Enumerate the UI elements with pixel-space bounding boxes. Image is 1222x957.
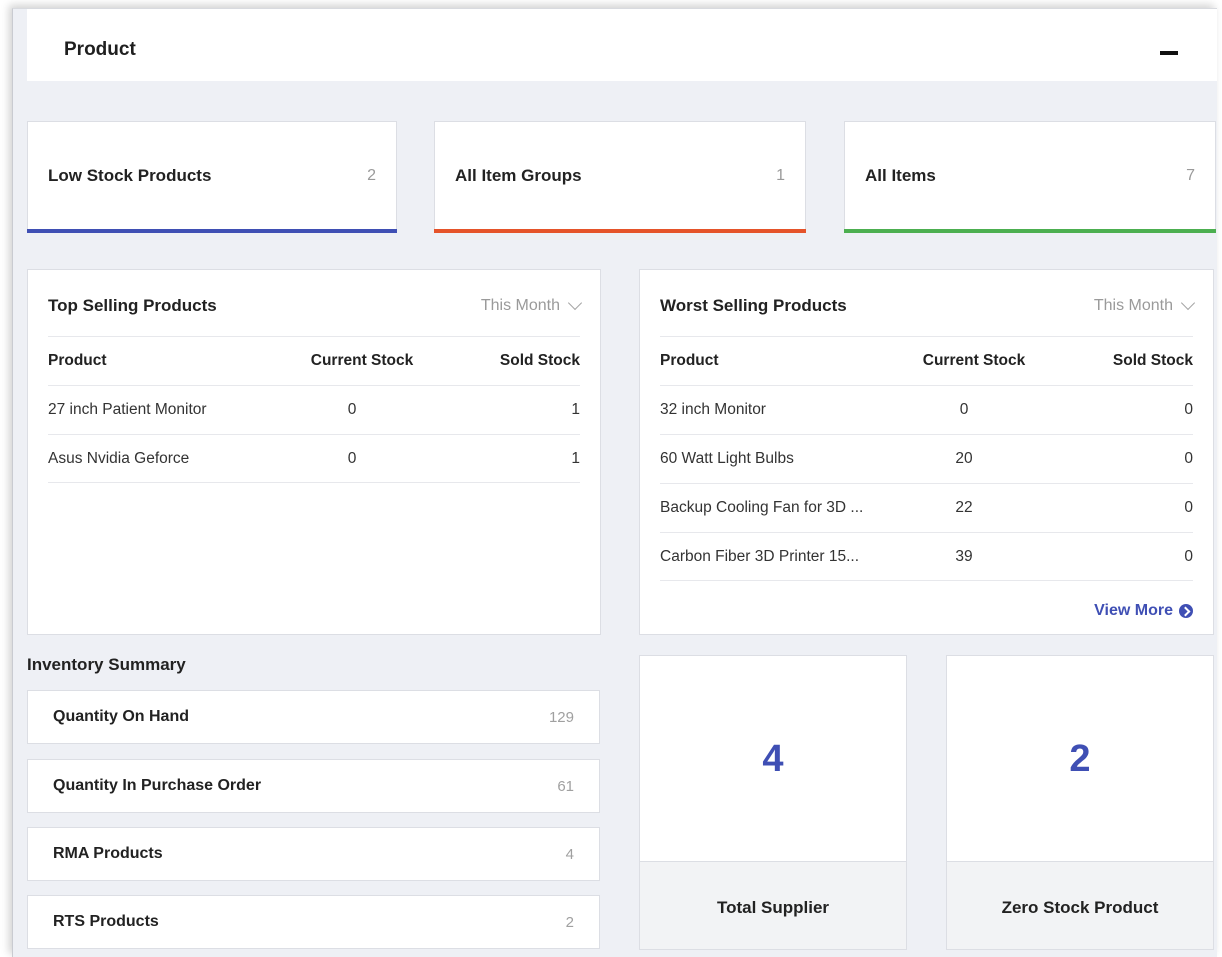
cell-sold-stock: 0	[1184, 499, 1193, 516]
inventory-label: RMA Products	[53, 845, 163, 862]
cell-current-stock: 39	[955, 547, 973, 565]
low-stock-products-card[interactable]: Low Stock Products 2	[27, 121, 397, 233]
inventory-label: Quantity In Purchase Order	[53, 777, 262, 794]
cell-product: 27 inch Patient Monitor	[48, 401, 207, 418]
cell-sold-stock: 1	[571, 449, 580, 467]
cell-current-stock: 0	[959, 401, 969, 418]
column-header-sold-stock: Sold Stock	[499, 352, 580, 369]
cell-current-stock: 0	[347, 401, 357, 418]
inventory-summary-title: Inventory Summary	[27, 655, 186, 674]
cell-sold-stock: 1	[571, 401, 580, 418]
filter-label: This Month	[1093, 297, 1173, 314]
period-filter-dropdown[interactable]: This Month	[480, 295, 583, 315]
all-item-groups-card[interactable]: All Item Groups 1	[434, 121, 806, 233]
cell-sold-stock: 0	[1184, 450, 1193, 467]
worst-selling-products-card: Worst Selling Products This Month Produc…	[639, 269, 1214, 635]
cell-product: 60 Watt Light Bulbs	[660, 450, 794, 467]
column-header-product: Product	[48, 352, 107, 369]
total-supplier-card[interactable]: 4 Total Supplier	[639, 655, 907, 950]
panel-title: Product	[64, 39, 136, 60]
card-title: Worst Selling Products	[660, 296, 847, 315]
column-header-sold-stock: Sold Stock	[1112, 352, 1193, 369]
stat-label: All Items	[865, 166, 936, 185]
inventory-label: RTS Products	[53, 913, 159, 930]
table-header-row: Product Current Stock Sold Stock	[660, 336, 1193, 385]
view-more-link[interactable]: View More	[1094, 602, 1193, 620]
stat-label: Low Stock Products	[48, 166, 212, 185]
period-filter-dropdown[interactable]: This Month	[1093, 295, 1196, 315]
chevron-down-icon	[567, 295, 583, 311]
all-items-card[interactable]: All Items 7	[844, 121, 1216, 233]
stat-accent-bar	[434, 229, 806, 233]
top-selling-table: Product Current Stock Sold Stock 27 inch…	[48, 336, 580, 483]
zero-stock-product-card[interactable]: 2 Zero Stock Product	[946, 655, 1214, 950]
cell-current-stock: 0	[347, 449, 357, 467]
filter-label: This Month	[480, 297, 560, 314]
view-more-label: View More	[1094, 602, 1173, 619]
table-row[interactable]: 27 inch Patient Monitor 0 1	[48, 385, 580, 434]
stat-accent-bar	[844, 229, 1216, 233]
stat-count: 7	[1186, 167, 1195, 184]
inventory-item-quantity-on-hand[interactable]: Quantity On Hand 129	[27, 690, 600, 744]
table-row[interactable]: Asus Nvidia Geforce 0 1	[48, 434, 580, 483]
inventory-item-rma-products[interactable]: RMA Products 4	[27, 827, 600, 881]
table-row[interactable]: Carbon Fiber 3D Printer 15... 39 0	[660, 532, 1193, 581]
cell-product: Asus Nvidia Geforce	[48, 449, 190, 467]
circle-arrow-right-icon	[1179, 604, 1193, 618]
table-row[interactable]: Backup Cooling Fan for 3D ... 22 0	[660, 483, 1193, 532]
column-header-current-stock: Current Stock	[310, 352, 414, 369]
cell-product: Backup Cooling Fan for 3D ...	[660, 499, 864, 516]
top-selling-products-card: Top Selling Products This Month Product …	[27, 269, 601, 635]
product-panel-header: Product	[27, 9, 1217, 81]
minus-icon[interactable]	[1160, 43, 1178, 61]
cell-sold-stock: 0	[1184, 401, 1193, 418]
stat-count: 1	[776, 167, 785, 184]
cell-product: 32 inch Monitor	[660, 401, 766, 418]
summary-value: 4	[762, 738, 784, 780]
summary-label: Zero Stock Product	[947, 861, 1213, 949]
cell-sold-stock: 0	[1184, 547, 1193, 565]
inventory-value: 61	[557, 778, 574, 795]
stat-label: All Item Groups	[455, 166, 582, 185]
summary-label: Total Supplier	[640, 861, 906, 949]
stat-count: 2	[367, 167, 376, 184]
table-row[interactable]: 60 Watt Light Bulbs 20 0	[660, 434, 1193, 483]
chevron-down-icon	[1180, 295, 1196, 311]
stat-accent-bar	[27, 229, 397, 233]
table-header-row: Product Current Stock Sold Stock	[48, 336, 580, 385]
worst-selling-table: Product Current Stock Sold Stock 32 inch…	[660, 336, 1193, 581]
column-header-product: Product	[660, 352, 719, 369]
cell-current-stock: 20	[955, 450, 973, 467]
table-row[interactable]: 32 inch Monitor 0 0	[660, 385, 1193, 434]
card-title: Top Selling Products	[48, 296, 217, 315]
inventory-value: 4	[565, 846, 574, 863]
dashboard-frame: Product Low Stock Products 2 All Item Gr…	[12, 8, 1217, 957]
inventory-value: 129	[548, 709, 574, 726]
inventory-item-quantity-in-purchase-order[interactable]: Quantity In Purchase Order 61	[27, 759, 600, 813]
column-header-current-stock: Current Stock	[922, 352, 1026, 369]
inventory-item-rts-products[interactable]: RTS Products 2	[27, 895, 600, 949]
cell-current-stock: 22	[955, 499, 973, 516]
cell-product: Carbon Fiber 3D Printer 15...	[660, 547, 860, 565]
inventory-label: Quantity On Hand	[53, 708, 189, 725]
summary-value: 2	[1069, 738, 1091, 780]
inventory-value: 2	[565, 914, 574, 931]
